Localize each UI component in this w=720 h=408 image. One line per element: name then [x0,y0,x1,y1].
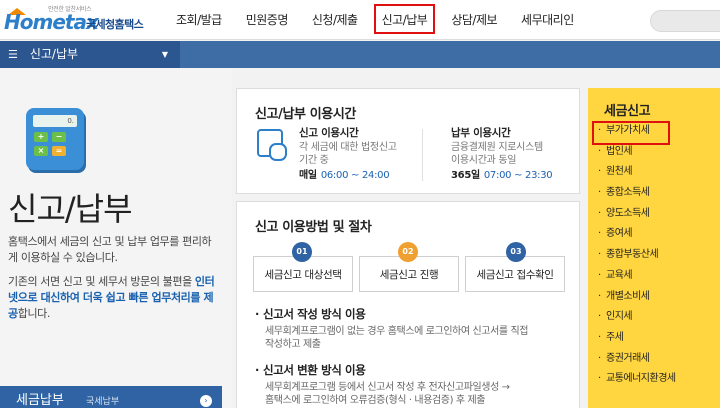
tax-menu-item[interactable]: 교육세 [596,266,676,287]
tax-menu-item[interactable]: 인지세 [596,307,676,328]
nav-tax-agent[interactable]: 세무대리인 [509,0,586,40]
hometax-logo[interactable]: 안전한 알찬서비스 Hometax 국세청홈택스 [4,4,144,36]
method-convert-file: 신고서 변환 방식 이용 세무회계프로그램 등에서 신고서 작성 후 전자신고파… [255,364,510,407]
tax-menu-item[interactable]: 종합부동산세 [596,245,676,266]
top-header: 안전한 알찬서비스 Hometax 국세청홈택스 조회/발급 민원증명 신청/제… [0,0,720,40]
tax-menu-item[interactable]: 종합소득세 [596,183,676,204]
tax-type-list: 부가가치세법인세원천세종합소득세양도소득세증여세종합부동산세교육세개별소비세인지… [592,121,676,390]
step-badge-03: 03 [506,242,526,262]
filing-hours: 신고 이용시간 각 세금에 대한 법정신고 기간 중 매일 06:00 ~ 24:… [299,127,397,181]
multiply-key-icon: × [34,146,48,156]
tax-payment-link[interactable]: 세금납부 국세납부 › [0,386,222,408]
tax-menu-item[interactable]: 원천세 [596,162,676,183]
service-hours-card: 신고/납부 이용시간 신고 이용시간 각 세금에 대한 법정신고 기간 중 매일… [236,88,580,194]
equals-key-icon: = [52,146,66,156]
step-badge-02: 02 [398,242,418,262]
service-hours-title: 신고/납부 이용시간 [255,107,356,122]
nav-application[interactable]: 신청/제출 [300,0,370,40]
tax-menu-item[interactable]: 증권거래세 [596,349,676,370]
nav-consult[interactable]: 상담/제보 [439,0,509,40]
global-nav: 조회/발급 민원증명 신청/제출 신고/납부 상담/제보 세무대리인 [164,0,586,40]
search-input[interactable] [650,10,720,32]
tax-menu-item[interactable]: 개별소비세 [596,287,676,308]
tax-menu-item[interactable]: 교통에너지환경세 [596,369,676,390]
divider [422,129,423,181]
nav-inquiry[interactable]: 조회/발급 [164,0,234,40]
nav-filing-payment[interactable]: 신고/납부 [370,0,440,40]
payment-hours: 납부 이용시간 금융결제원 지로시스템 이용시간과 동일 365일 07:00 ~… [451,127,553,181]
calendar-clock-icon [257,129,287,161]
section-menu-dropdown[interactable]: ☰ 신고/납부 ▼ [0,41,180,68]
tax-filing-menu-title: 세금신고 [604,104,651,119]
calculator-display: 0. [33,115,77,127]
plus-key-icon: + [34,132,48,142]
procedure-title: 신고 이용방법 및 절차 [255,220,372,235]
tax-menu-item[interactable]: 법인세 [596,142,676,163]
intro-description: 홈택스에서 세금의 신고 및 납부 업무를 편리하게 이용하실 수 있습니다. [8,235,212,264]
hamburger-icon: ☰ [8,48,18,61]
sub-navigation-bar: ☰ 신고/납부 ▼ [0,41,720,68]
tax-menu-item[interactable]: 증여세 [596,224,676,245]
intro-description-2: 기존의 서면 신고 및 세무서 방문의 불편을 인터넷으로 대신하여 더욱 쉽고… [8,275,215,320]
left-intro-panel: 0. + − × = 신고/납부 홈택스에서 세금의 신고 및 납부 업무를 편… [0,68,232,408]
arrow-right-icon: › [200,395,212,407]
tax-payment-sublabel: 국세납부 [85,397,120,407]
section-menu-label: 신고/납부 [29,47,79,61]
minus-key-icon: − [52,132,66,142]
logo-brand: Hometax [4,10,99,34]
step-badge-01: 01 [292,242,312,262]
logo-korean-name: 국세청홈택스 [86,18,144,31]
tax-menu-item[interactable]: 주세 [596,328,676,349]
page-title: 신고/납부 [8,190,133,228]
method-write-form: 신고서 작성 방식 이용 세무회계프로그램이 없는 경우 홈택스에 로그인하여 … [255,308,529,351]
filing-procedure-card: 신고 이용방법 및 절차 01 02 03 세금신고 대상선택 세금신고 진행 … [236,201,580,408]
calculator-icon: 0. + − × = [26,108,84,170]
tax-menu-item[interactable]: 부가가치세 [592,121,676,145]
tax-filing-menu: 세금신고 부가가치세법인세원천세종합소득세양도소득세증여세종합부동산세교육세개별… [588,88,720,408]
tax-payment-label: 세금납부 [16,393,64,408]
chevron-down-icon: ▼ [161,50,168,59]
nav-civil-certificate[interactable]: 민원증명 [234,0,300,40]
tax-menu-item[interactable]: 양도소득세 [596,204,676,225]
